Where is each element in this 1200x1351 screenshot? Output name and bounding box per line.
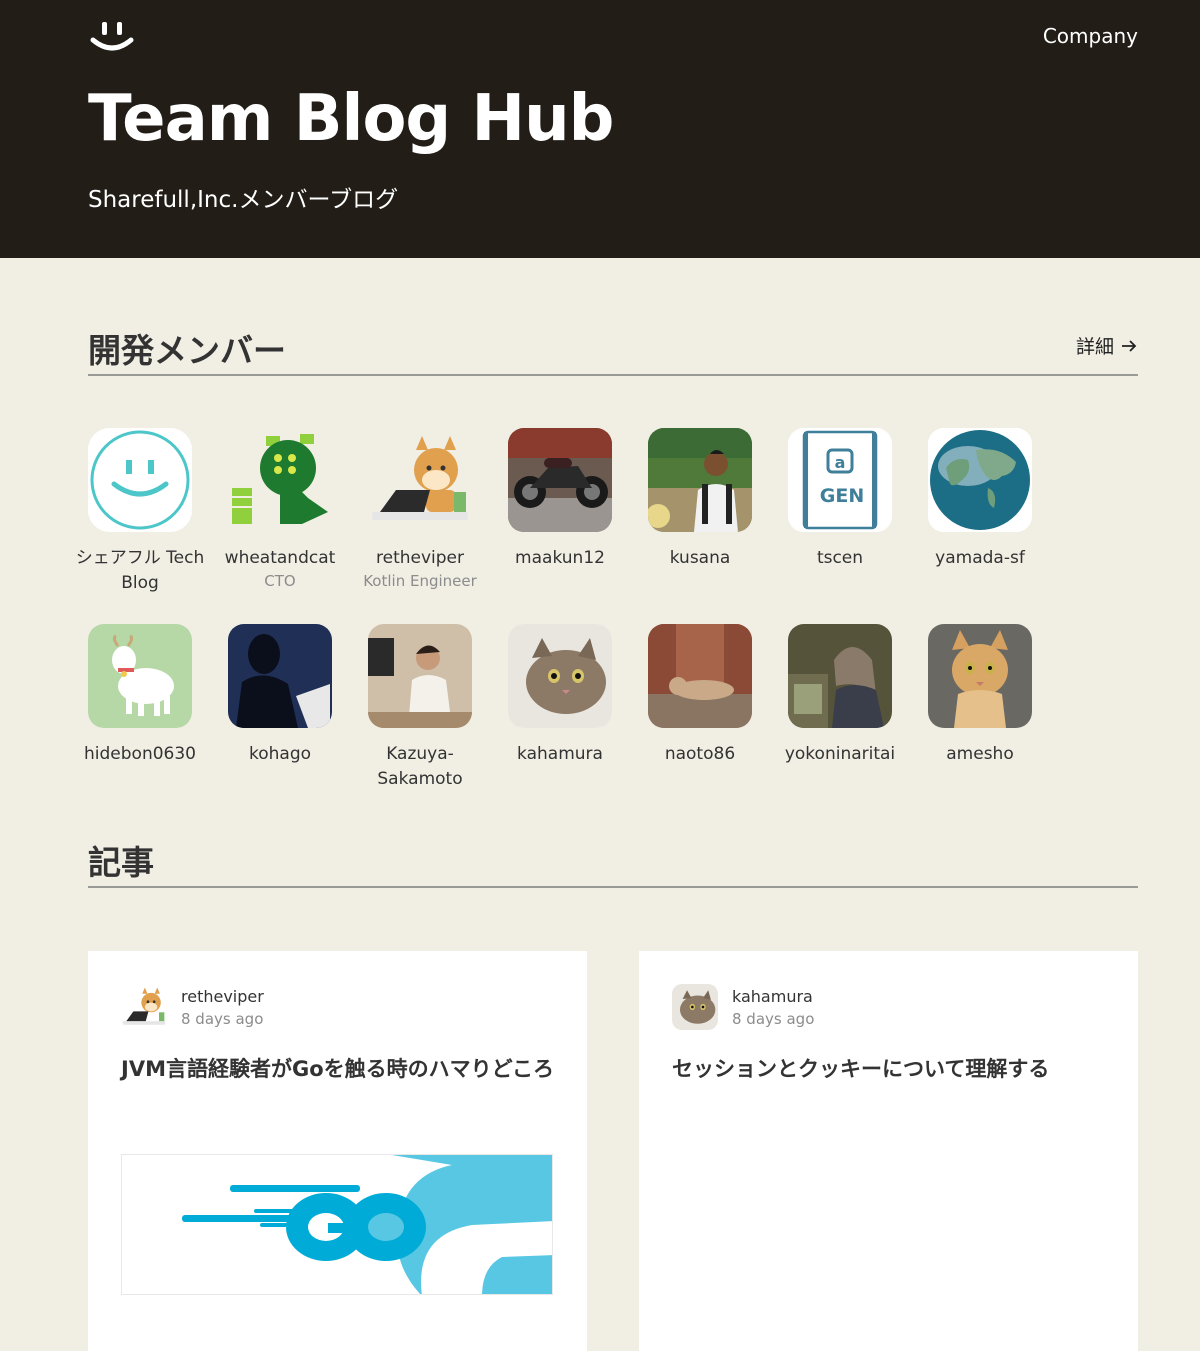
company-link[interactable]: Company [1043,24,1138,48]
articles-section-title: 記事 [88,843,154,882]
member-name: yokoninaritai [784,744,896,764]
arrow-right-icon [1122,339,1137,352]
avatar [88,624,192,728]
member-name: kohago [248,744,312,764]
detail-link-label: 詳細 [1075,336,1114,358]
avatar [368,428,472,532]
avatar [788,624,892,728]
avatar [928,624,1032,728]
avatar [228,624,332,728]
member-name: amesho [946,744,1014,764]
article-thumbnail [121,1154,553,1295]
article-card[interactable]: kahamura 8 days ago セッションとクッキーについて理解する [639,951,1138,1351]
member-name: tscen [816,548,864,568]
articles-section: 記事 [88,843,1138,888]
member-amesho[interactable]: amesho [910,624,1050,767]
author-name: kahamura [732,986,813,1006]
members-detail-link[interactable]: 詳細 [1076,332,1138,359]
svg-text:a: a [835,453,846,472]
avatar [508,624,612,728]
member-kohago[interactable]: kohago [210,624,350,767]
member-name: maakun12 [515,548,605,568]
member-name: naoto86 [664,744,736,764]
member-yamada-sf[interactable]: yamada-sf [910,428,1050,571]
article-author: retheviper 8 days ago [121,984,264,1030]
member-name: kusana [669,548,731,568]
svg-text:GEN: GEN [820,485,864,507]
author-avatar [121,984,167,1030]
author-avatar [672,984,718,1030]
member-hidebon0630[interactable]: hidebon0630 [70,624,210,767]
site-title: Team Blog Hub [88,82,614,156]
site-header: Company Team Blog Hub Sharefull,Inc.メンバー… [0,0,1200,258]
member-name: wheatandcat [224,548,336,568]
avatar [508,428,612,532]
avatar [648,624,752,728]
article-time: 8 days ago [732,1009,815,1028]
go-logo-image [122,1155,552,1294]
members-section: 開発メンバー 詳細 [88,331,1138,376]
article-card[interactable]: retheviper 8 days ago JVM言語経験者がGoを触る時のハマ… [88,951,587,1351]
members-section-title: 開発メンバー [88,331,286,370]
smile-icon[interactable] [90,20,134,54]
avatar [928,428,1032,532]
member-name: シェアフル Tech Blog [75,548,205,593]
member-kahamura[interactable]: kahamura [490,624,630,767]
article-title: JVM言語経験者がGoを触る時のハマりどころ [121,1057,554,1081]
member-maakun12[interactable]: maakun12 [490,428,630,571]
member-naoto86[interactable]: naoto86 [630,624,770,767]
member-sharefull[interactable]: シェアフル Tech Blog [70,428,210,595]
article-time: 8 days ago [181,1009,264,1028]
avatar [88,428,192,532]
member-name: yamada-sf [935,548,1025,568]
author-name: retheviper [181,986,264,1006]
member-retheviper[interactable]: retheviper Kotlin Engineer [350,428,490,590]
articles-section-header: 記事 [88,843,1138,888]
avatar: a GEN [788,428,892,532]
member-role: Kotlin Engineer [363,571,477,590]
member-name: retheviper [376,548,464,568]
member-role: CTO [264,571,296,590]
member-tscen[interactable]: a GEN tscen [770,428,910,571]
member-wheatandcat[interactable]: wheatandcat CTO [210,428,350,590]
member-name: kahamura [517,744,603,764]
avatar [648,428,752,532]
avatar [368,624,472,728]
avatar [228,428,332,532]
members-section-header: 開発メンバー 詳細 [88,331,1138,376]
member-name: Kazuya-Sakamoto [377,744,463,789]
article-author: kahamura 8 days ago [672,984,814,1030]
member-kusana[interactable]: kusana [630,428,770,571]
member-yokoninaritai[interactable]: yokoninaritai [770,624,910,767]
site-subtitle: Sharefull,Inc.メンバーブログ [88,187,399,213]
member-name: hidebon0630 [84,744,196,764]
member-kazuya-sakamoto[interactable]: Kazuya-Sakamoto [350,624,490,791]
article-title: セッションとクッキーについて理解する [672,1057,1050,1081]
